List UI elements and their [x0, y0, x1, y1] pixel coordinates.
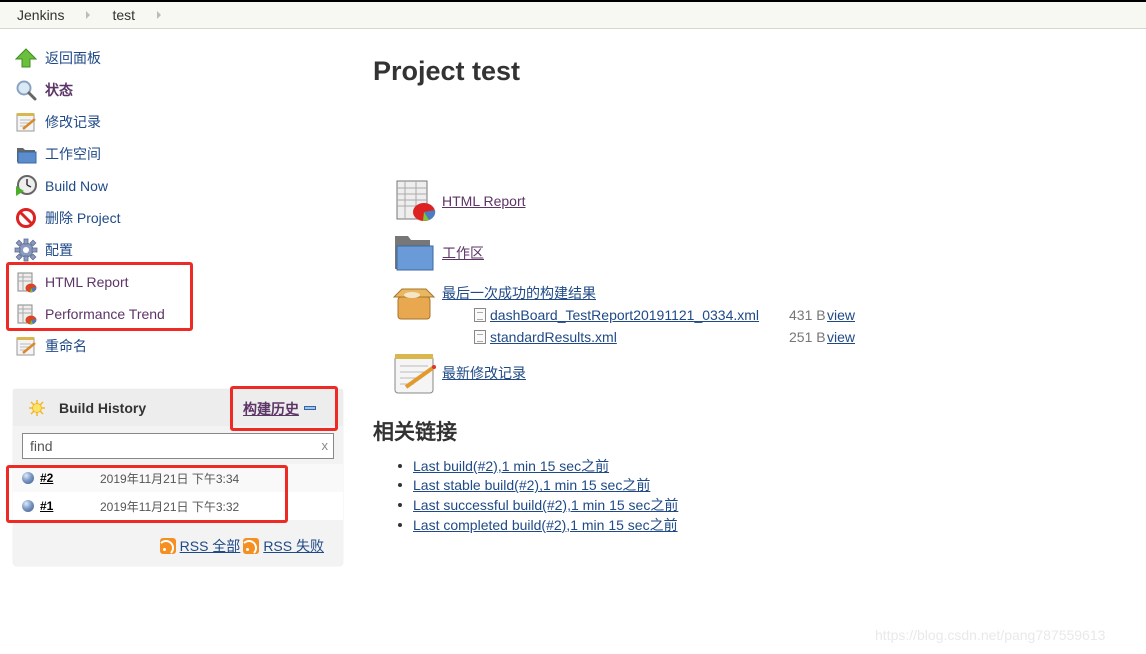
sun-icon: [29, 399, 45, 416]
file-icon: [474, 308, 486, 322]
artifact-view-link[interactable]: view: [827, 329, 855, 345]
workspace-row: 工作区: [391, 230, 484, 276]
task-status[interactable]: 状态: [14, 74, 204, 106]
build-history-title: Build History: [59, 399, 147, 416]
breadcrumb: Jenkins test: [0, 2, 1146, 29]
folder-icon: [391, 230, 437, 276]
watermark: https://blog.csdn.net/pang787559613: [875, 627, 1106, 643]
clear-search-icon[interactable]: x: [322, 438, 329, 453]
highlight-box: [6, 465, 288, 523]
file-icon: [474, 330, 486, 344]
task-label[interactable]: 配置: [45, 240, 73, 260]
artifact-link[interactable]: standardResults.xml: [490, 329, 617, 345]
breadcrumb-chevron-icon[interactable]: [157, 11, 162, 19]
permalink-item: Last completed build(#2),1 min 15 sec之前: [398, 515, 678, 535]
task-back-to-dashboard[interactable]: 返回面板: [14, 42, 204, 74]
rss-icon: [243, 538, 260, 554]
artifact-view-link[interactable]: view: [827, 307, 855, 323]
artifact-row: standardResults.xml 251 B view: [474, 326, 864, 348]
task-workspace[interactable]: 工作空间: [14, 138, 204, 170]
rss-all-link[interactable]: RSS 全部: [180, 536, 241, 556]
permalink-last-completed[interactable]: Last completed build(#2),1 min 15 sec之前: [413, 515, 678, 535]
bullet-icon: [398, 522, 402, 527]
notepad-icon: [391, 350, 437, 396]
task-label[interactable]: 重命名: [45, 336, 87, 356]
permalink-last-build[interactable]: Last build(#2),1 min 15 sec之前: [413, 456, 609, 476]
search-icon: [14, 78, 38, 102]
gear-icon: [14, 238, 38, 262]
package-icon: [391, 280, 437, 326]
artifact-list: dashBoard_TestReport20191121_0334.xml 43…: [474, 304, 864, 348]
permalinks-list: Last build(#2),1 min 15 sec之前 Last stabl…: [398, 456, 678, 534]
task-build-now[interactable]: Build Now: [14, 170, 204, 202]
task-changes[interactable]: 修改记录: [14, 106, 204, 138]
permalink-item: Last successful build(#2),1 min 15 sec之前: [398, 495, 678, 515]
folder-icon: [14, 142, 38, 166]
permalink-item: Last stable build(#2),1 min 15 sec之前: [398, 476, 678, 496]
task-label[interactable]: 工作空间: [45, 144, 101, 164]
html-report-row: HTML Report: [391, 178, 526, 224]
notepad-icon: [14, 334, 38, 358]
task-label[interactable]: 状态: [45, 80, 73, 100]
bullet-icon: [398, 483, 402, 488]
rss-failed-link[interactable]: RSS 失败: [263, 536, 324, 556]
task-label[interactable]: Build Now: [45, 178, 108, 194]
recent-changes-link[interactable]: 最新修改记录: [442, 363, 526, 383]
no-entry-icon: [14, 206, 38, 230]
breadcrumb-chevron-icon[interactable]: [86, 11, 91, 19]
up-arrow-icon: [14, 46, 38, 70]
permalink-last-stable[interactable]: Last stable build(#2),1 min 15 sec之前: [413, 475, 650, 495]
artifact-size: 251 B: [789, 329, 826, 345]
task-label[interactable]: 返回面板: [45, 48, 101, 68]
related-links-heading: 相关链接: [373, 421, 457, 444]
report-chart-icon: [391, 178, 437, 224]
workspace-link[interactable]: 工作区: [442, 243, 484, 263]
task-label[interactable]: 修改记录: [45, 112, 101, 132]
artifact-row: dashBoard_TestReport20191121_0334.xml 43…: [474, 304, 864, 326]
permalink-item: Last build(#2),1 min 15 sec之前: [398, 456, 678, 476]
highlight-box: [230, 386, 338, 431]
rss-links: RSS 全部 RSS 失败: [159, 536, 327, 556]
html-report-link[interactable]: HTML Report: [442, 193, 526, 209]
bullet-icon: [398, 502, 402, 507]
permalink-last-successful[interactable]: Last successful build(#2),1 min 15 sec之前: [413, 495, 678, 515]
last-successful-link[interactable]: 最后一次成功的构建结果: [442, 283, 596, 303]
artifact-size: 431 B: [789, 307, 826, 323]
task-label[interactable]: 删除 Project: [45, 208, 120, 228]
task-rename[interactable]: 重命名: [14, 330, 204, 362]
recent-changes-row: 最新修改记录: [391, 350, 526, 396]
search-placeholder: find: [30, 438, 53, 454]
page-title: Project test: [373, 56, 521, 86]
breadcrumb-jenkins[interactable]: Jenkins: [17, 7, 64, 23]
bullet-icon: [398, 463, 402, 468]
rss-icon: [159, 538, 176, 554]
artifact-link[interactable]: dashBoard_TestReport20191121_0334.xml: [490, 307, 759, 323]
task-delete-project[interactable]: 删除 Project: [14, 202, 204, 234]
clock-icon: [14, 174, 38, 198]
highlight-box: [6, 262, 193, 331]
breadcrumb-test[interactable]: test: [112, 7, 135, 23]
notepad-icon: [14, 110, 38, 134]
build-search-input[interactable]: find x: [22, 433, 334, 459]
